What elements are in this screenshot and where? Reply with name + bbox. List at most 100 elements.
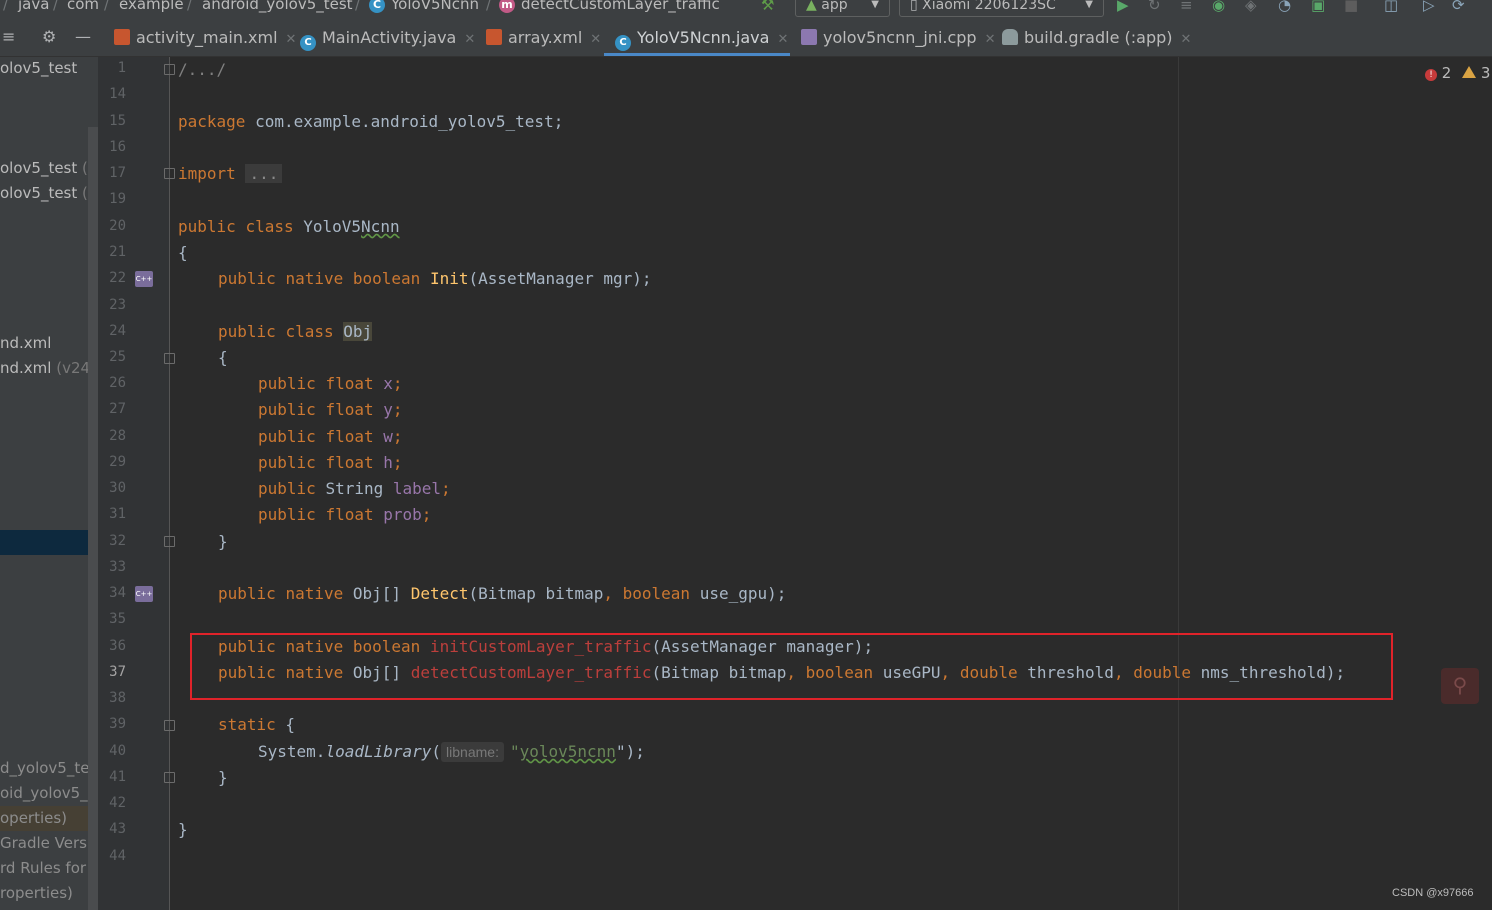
debug-icon[interactable]: ◉ [1212, 0, 1225, 14]
hide-panel-icon[interactable]: — [75, 27, 91, 46]
cpp-file-icon [801, 29, 817, 45]
breadcrumb-class[interactable]: YoloV5Ncnn [391, 0, 479, 13]
fold-marker[interactable] [164, 64, 175, 75]
line-number: 39 [109, 716, 126, 732]
fold-marker[interactable] [164, 353, 175, 364]
profile-icon[interactable]: ◔ [1278, 0, 1291, 14]
keyword: public [178, 217, 236, 236]
semicolon: ; [421, 505, 432, 524]
device-select[interactable]: ▯ Xiaomi 2206123SC ▼ [899, 0, 1104, 17]
tab-label: array.xml [508, 28, 583, 47]
brace: } [218, 768, 228, 787]
code-line: { [178, 243, 188, 263]
tree-item[interactable]: oid_yolov5_tes [0, 784, 98, 802]
tree-item[interactable]: Gradle Versio [0, 834, 98, 852]
tab-activity-main-xml[interactable]: activity_main.xml ✕ [114, 23, 296, 53]
line-number: 24 [109, 323, 126, 339]
tree-item-label: roperties) [0, 884, 73, 902]
tree-item[interactable]: operties) [0, 809, 67, 827]
folded-header[interactable]: /.../ [178, 60, 226, 79]
close-icon[interactable]: ✕ [1181, 32, 1192, 47]
sync-icon[interactable]: ⟳ [1452, 0, 1465, 14]
close-icon[interactable]: ✕ [286, 32, 297, 47]
keyword: static [218, 715, 276, 734]
breadcrumb-separator: / [104, 0, 110, 13]
line-number-current: 37 [109, 664, 126, 680]
search-icon[interactable]: ⚲ [1441, 668, 1479, 704]
apply-changes-icon[interactable]: ↻ [1148, 0, 1161, 14]
line-number: 40 [109, 743, 126, 759]
class-name: YoloV5 [303, 217, 362, 236]
tree-item[interactable]: olov5_test (and [0, 159, 98, 177]
layout-inspector-icon[interactable]: ▷ [1423, 0, 1435, 14]
keyword: boolean [622, 584, 691, 603]
device-manager-icon[interactable]: ◫ [1384, 0, 1398, 14]
field-name: x [383, 374, 393, 393]
breadcrumb-method[interactable]: detectCustomLayer_traffic [521, 0, 720, 13]
keyword: float [325, 374, 374, 393]
line-number: 25 [109, 349, 126, 365]
tab-mainactivity-java[interactable]: C MainActivity.java ✕ [300, 23, 475, 53]
tree-item-label: rd Rules for ar [0, 859, 98, 877]
cpp-implementation-icon[interactable]: C++ [135, 271, 153, 287]
line-number: 14 [109, 86, 126, 102]
attach-debugger-icon[interactable]: ◈ [1245, 0, 1257, 14]
project-panel: olov5_test olov5_test (and olov5_test (t… [0, 57, 98, 910]
folded-imports[interactable]: ... [245, 164, 283, 183]
code-line: } [178, 820, 188, 840]
apply-code-changes-icon[interactable]: ≡ [1180, 0, 1193, 14]
breadcrumb-example[interactable]: example [119, 0, 184, 13]
code-line: public native Obj[] Detect(Bitmap bitmap… [218, 584, 786, 604]
gear-icon[interactable]: ⚙ [42, 27, 56, 46]
right-margin-guide [1178, 57, 1179, 910]
code-line: public float h; [258, 453, 403, 473]
tree-item[interactable]: rd Rules for ar [0, 859, 98, 877]
cpp-implementation-icon[interactable]: C++ [135, 586, 153, 602]
close-icon[interactable]: ✕ [777, 32, 788, 47]
collapse-all-icon[interactable]: ≡ [2, 27, 15, 46]
coverage-icon[interactable]: ▣ [1311, 0, 1325, 14]
breadcrumb-package[interactable]: android_yolov5_test [202, 0, 353, 13]
field-name: y [383, 400, 393, 419]
breadcrumb-java[interactable]: java [18, 0, 49, 13]
build-hammer-icon[interactable]: ⚒ [761, 0, 774, 14]
tab-array-xml[interactable]: array.xml ✕ [486, 23, 601, 53]
run-icon[interactable]: ▶ [1117, 0, 1129, 14]
breadcrumb-com[interactable]: com [67, 0, 99, 13]
code-line: import ... [178, 164, 283, 184]
tree-item[interactable]: olov5_test (tes [0, 184, 98, 202]
warning-icon [1462, 66, 1477, 78]
tree-item[interactable]: nd.xml (v24) [0, 359, 96, 377]
keyword: public [258, 453, 316, 472]
class-icon: C [369, 0, 385, 13]
problems-indicator[interactable]: ! 2 3 [1425, 64, 1490, 82]
code-line: public float w; [258, 427, 403, 447]
tree-item[interactable]: d_yolov5_test [0, 759, 98, 777]
code-line: public float prob; [258, 505, 431, 525]
tree-item[interactable]: olov5_test [0, 59, 77, 77]
close-icon[interactable]: ✕ [590, 32, 601, 47]
project-scrollbar[interactable] [88, 127, 98, 910]
fold-marker[interactable] [164, 720, 175, 731]
package-name: com.example.android_yolov5_test; [255, 112, 564, 131]
close-icon[interactable]: ✕ [985, 32, 996, 47]
fold-marker[interactable] [164, 536, 175, 547]
close-icon[interactable]: ✕ [464, 32, 475, 47]
stop-icon[interactable]: ■ [1344, 0, 1358, 14]
tab-build-gradle[interactable]: build.gradle (:app) ✕ [1002, 23, 1191, 53]
tree-item[interactable]: roperties) [0, 884, 73, 902]
fold-marker[interactable] [164, 772, 175, 783]
run-config-select[interactable]: ▲ app ▼ [795, 0, 890, 17]
code-line: public float y; [258, 400, 403, 420]
tree-item-label: oid_yolov5_tes [0, 784, 98, 802]
fold-marker[interactable] [164, 168, 175, 179]
code-line: System.loadLibrary(libname: "yolov5ncnn")… [258, 742, 645, 762]
tab-yolov5ncnn-java[interactable]: C YoloV5Ncnn.java ✕ [615, 23, 788, 53]
tree-item[interactable]: nd.xml [0, 334, 51, 352]
line-number: 30 [109, 480, 126, 496]
tab-yolov5ncnn-jni-cpp[interactable]: yolov5ncnn_jni.cpp ✕ [801, 23, 996, 53]
method-name: Init [429, 269, 469, 288]
tab-label: activity_main.xml [136, 28, 278, 47]
brace: } [178, 820, 188, 839]
line-number: 26 [109, 375, 126, 391]
